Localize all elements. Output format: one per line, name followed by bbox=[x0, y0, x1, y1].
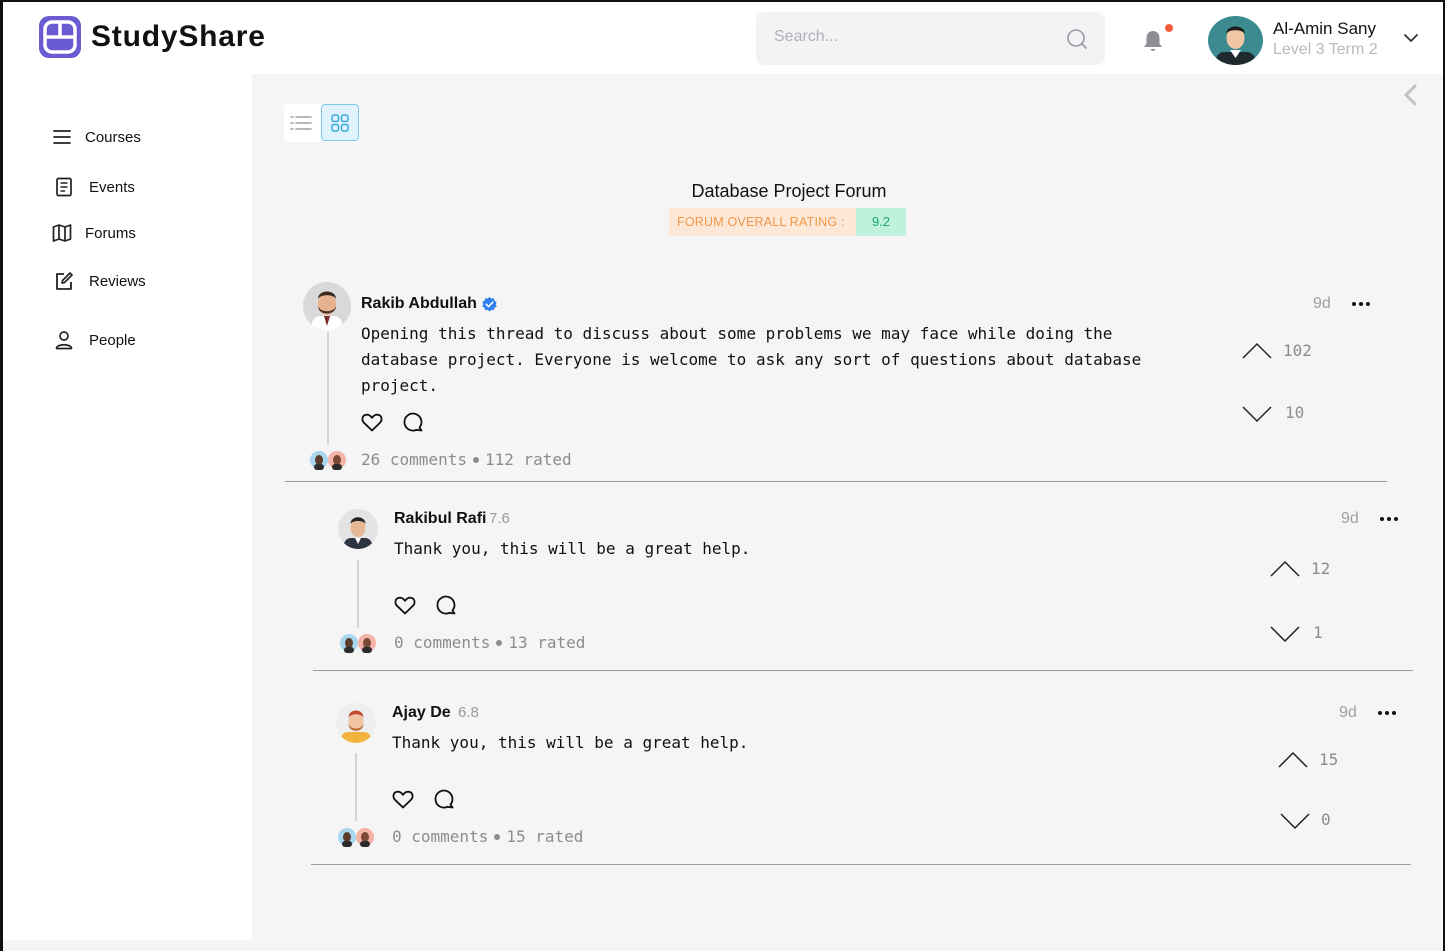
rated-count: 15 rated bbox=[506, 827, 584, 846]
app-logo[interactable]: StudyShare bbox=[39, 16, 266, 58]
comments-count[interactable]: 0 comments bbox=[394, 633, 490, 652]
heart-icon[interactable] bbox=[360, 410, 384, 434]
collapse-panel-chevron-left-icon[interactable] bbox=[1400, 82, 1422, 108]
author-avatar[interactable] bbox=[303, 282, 351, 330]
author-score: 7.6 bbox=[489, 510, 510, 527]
list-view-button[interactable] bbox=[284, 104, 318, 142]
user-name: Al-Amin Sany bbox=[1273, 19, 1376, 38]
notification-bell-icon[interactable] bbox=[1140, 28, 1166, 54]
view-toggle bbox=[284, 104, 360, 142]
document-icon bbox=[56, 177, 72, 197]
reply-author[interactable]: Rakibul Rafi bbox=[394, 510, 486, 528]
downvote-icon[interactable] bbox=[1279, 812, 1311, 830]
sidebar-item-people[interactable]: People bbox=[53, 329, 136, 351]
sidebar-item-label: People bbox=[89, 331, 136, 349]
reply-time: 9d bbox=[1339, 704, 1357, 721]
post-time: 9d bbox=[1313, 295, 1331, 312]
verified-badge-icon bbox=[482, 296, 497, 312]
more-options-icon[interactable] bbox=[1350, 299, 1372, 309]
forum-title: Database Project Forum bbox=[691, 181, 887, 201]
upvote-icon[interactable] bbox=[1277, 751, 1309, 769]
commenter-avatars bbox=[340, 634, 376, 653]
upvote-count: 15 bbox=[1319, 750, 1339, 769]
user-avatar[interactable] bbox=[1208, 16, 1263, 65]
sidebar-item-label: Forums bbox=[85, 224, 136, 242]
sidebar-item-courses[interactable]: Courses bbox=[51, 126, 141, 148]
heart-icon[interactable] bbox=[391, 787, 415, 811]
more-options-icon[interactable] bbox=[1378, 514, 1400, 524]
sidebar: Courses Events Forums Reviews People bbox=[3, 74, 252, 940]
author-avatar[interactable] bbox=[338, 509, 378, 549]
comment-icon[interactable] bbox=[401, 410, 425, 434]
heart-icon[interactable] bbox=[393, 593, 417, 617]
sidebar-item-label: Events bbox=[89, 178, 135, 196]
post-text: Opening this thread to discuss about som… bbox=[361, 324, 1142, 395]
rated-count: 13 rated bbox=[508, 633, 586, 652]
post-divider bbox=[285, 481, 1387, 482]
comments-count[interactable]: 0 comments bbox=[392, 827, 488, 846]
downvote-count: 1 bbox=[1313, 623, 1323, 642]
comments-count[interactable]: 26 comments bbox=[361, 450, 467, 469]
author-avatar[interactable] bbox=[336, 703, 376, 743]
more-options-icon[interactable] bbox=[1376, 708, 1398, 718]
chevron-down-icon[interactable] bbox=[1401, 28, 1421, 48]
upvote-icon[interactable] bbox=[1269, 560, 1301, 578]
studyshare-logo-icon bbox=[39, 16, 81, 58]
top-header: StudyShare Al-Amin Sany Level 3 Term 2 bbox=[3, 2, 1443, 74]
downvote-icon[interactable] bbox=[1269, 625, 1301, 643]
sidebar-item-label: Courses bbox=[85, 128, 141, 146]
thread-line bbox=[355, 753, 357, 821]
downvote-icon[interactable] bbox=[1241, 405, 1273, 423]
reply-author[interactable]: Ajay De bbox=[392, 704, 451, 722]
edit-icon bbox=[56, 272, 73, 290]
reply-time: 9d bbox=[1341, 510, 1359, 527]
menu-icon bbox=[53, 130, 71, 144]
reply-text: Thank you, this will be a great help. bbox=[392, 733, 749, 752]
forum-rating-value: 9.2 bbox=[856, 208, 906, 236]
post-divider bbox=[311, 864, 1411, 865]
post-divider bbox=[313, 670, 1413, 671]
comment-icon[interactable] bbox=[434, 593, 458, 617]
map-icon bbox=[52, 224, 72, 242]
app-name: StudyShare bbox=[91, 20, 266, 53]
author-score: 6.8 bbox=[458, 704, 479, 721]
comment-icon[interactable] bbox=[432, 787, 456, 811]
commenter-avatars bbox=[310, 451, 346, 470]
commenter-avatars bbox=[338, 828, 374, 847]
rated-count: 112 rated bbox=[484, 450, 572, 469]
reply-text: Thank you, this will be a great help. bbox=[394, 539, 751, 558]
sidebar-item-label: Reviews bbox=[89, 272, 146, 290]
separator-dot bbox=[494, 833, 501, 840]
grid-icon bbox=[331, 113, 349, 132]
user-level: Level 3 Term 2 bbox=[1273, 41, 1378, 58]
downvote-count: 0 bbox=[1321, 810, 1331, 829]
reply-stats: 0 comments 13 rated bbox=[394, 633, 585, 652]
sidebar-item-reviews[interactable]: Reviews bbox=[53, 270, 146, 292]
search-input[interactable] bbox=[774, 28, 1044, 46]
grid-view-button[interactable] bbox=[321, 104, 359, 141]
list-icon bbox=[290, 116, 312, 130]
sidebar-item-events[interactable]: Events bbox=[53, 176, 135, 198]
upvote-icon[interactable] bbox=[1241, 342, 1273, 360]
forum-rating-label: FORUM OVERALL RATING : bbox=[669, 208, 856, 236]
person-icon bbox=[55, 331, 73, 350]
sidebar-item-forums[interactable]: Forums bbox=[51, 222, 136, 244]
separator-dot bbox=[472, 456, 479, 463]
upvote-count: 12 bbox=[1311, 559, 1331, 578]
thread-line bbox=[327, 332, 329, 444]
separator-dot bbox=[496, 639, 503, 646]
post-author[interactable]: Rakib Abdullah bbox=[361, 295, 477, 313]
upvote-count: 102 bbox=[1283, 341, 1312, 360]
notification-badge bbox=[1165, 24, 1173, 32]
thread-line bbox=[357, 560, 359, 628]
search-icon[interactable] bbox=[1065, 27, 1089, 51]
downvote-count: 10 bbox=[1285, 403, 1305, 422]
search-box bbox=[756, 12, 1105, 65]
reply-stats: 0 comments 15 rated bbox=[392, 827, 583, 846]
post-stats: 26 comments 112 rated bbox=[361, 450, 572, 469]
